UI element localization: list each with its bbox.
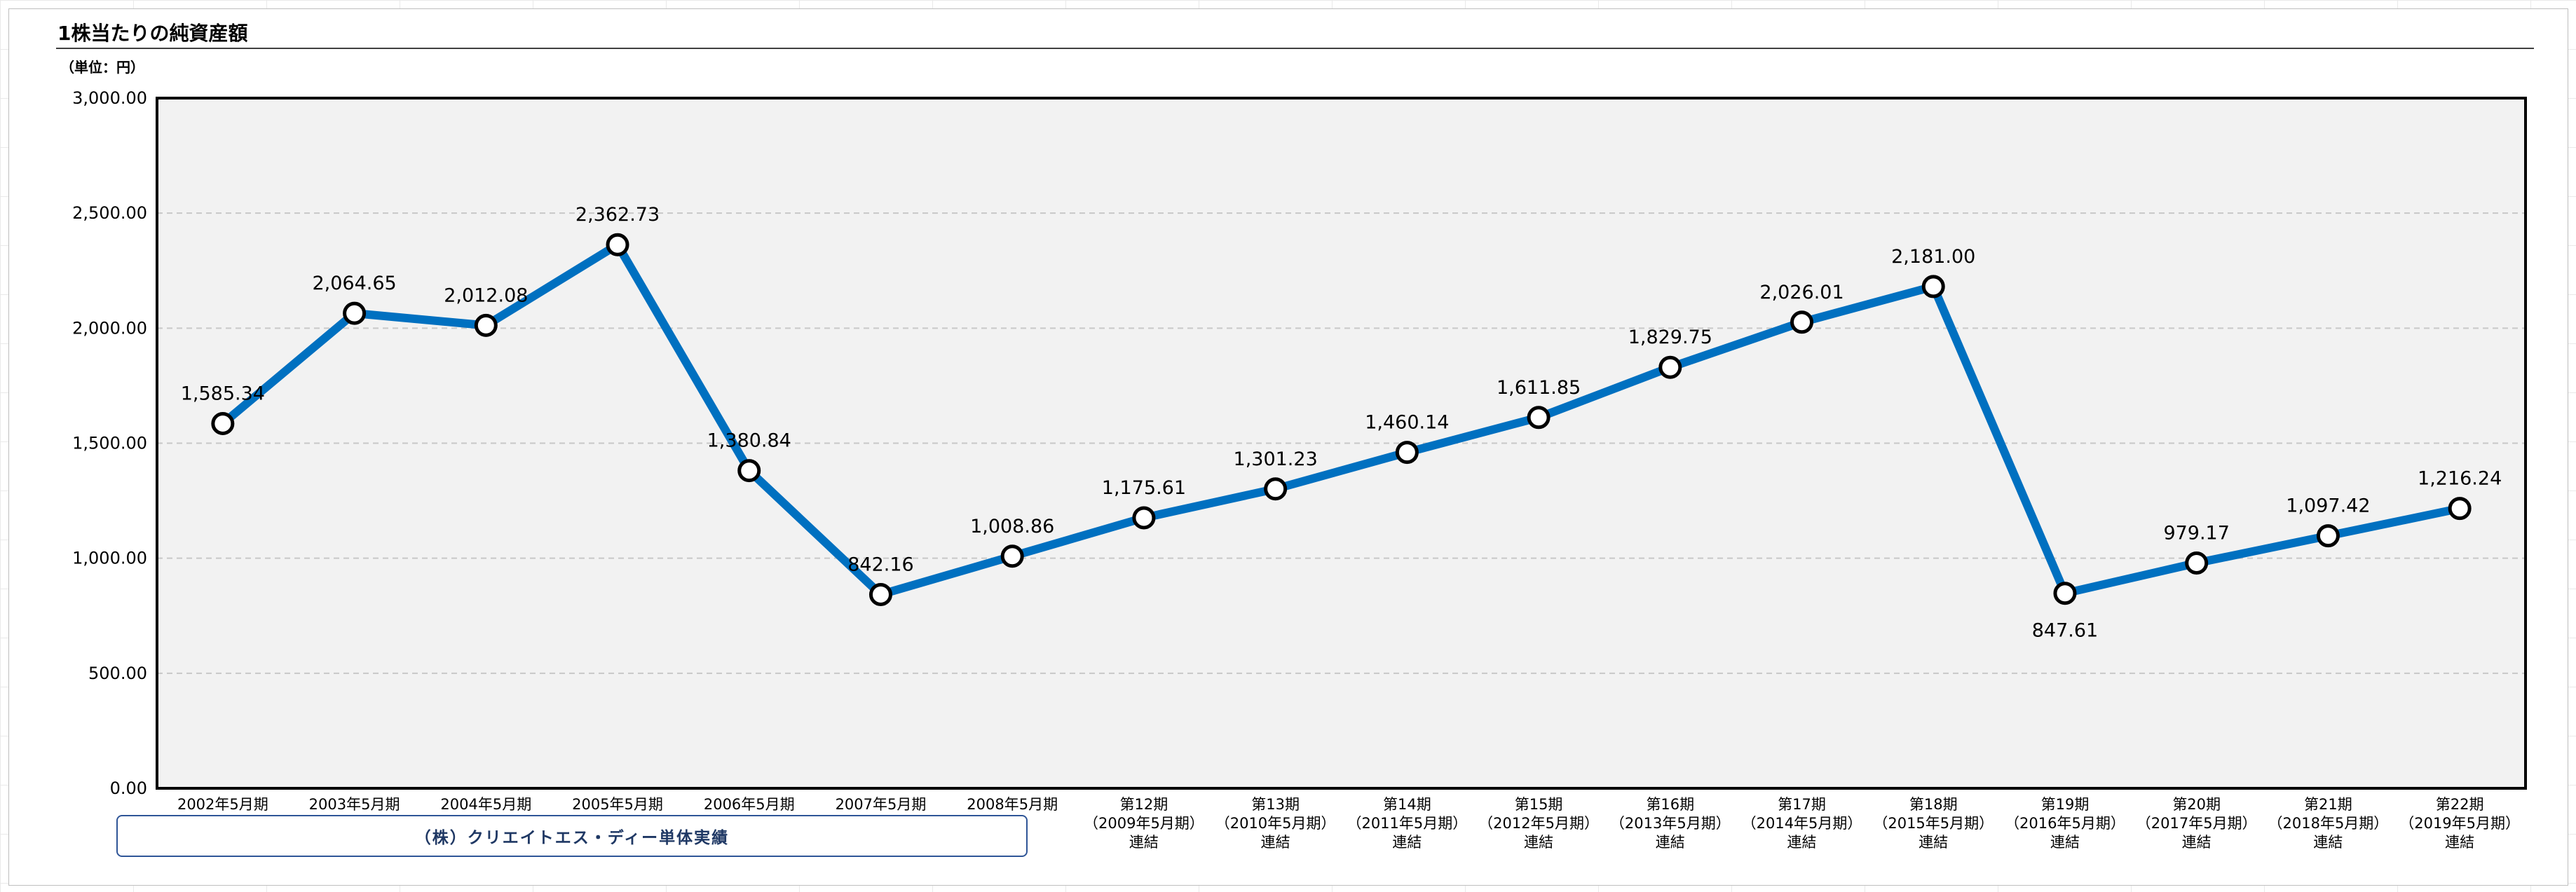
y-tick-label: 500.00 bbox=[88, 664, 147, 683]
data-label: 1,585.34 bbox=[181, 383, 265, 404]
net-assets-per-share-chart: 0.00 500.00 1,000.00 1,500.00 2,000.00 2,500.… bbox=[72, 88, 2527, 851]
x-tick-label: （2017年5月期） bbox=[2137, 815, 2257, 832]
x-tick-label: 第14期 bbox=[1383, 796, 1431, 813]
x-tick-label: 連結 bbox=[2050, 834, 2080, 851]
data-label: 2,026.01 bbox=[1759, 282, 1844, 303]
x-tick-label: （2019年5月期） bbox=[2399, 815, 2520, 832]
data-label: 1,175.61 bbox=[1102, 477, 1186, 499]
x-tick-label: 第18期 bbox=[1909, 796, 1958, 813]
data-label: 842.16 bbox=[847, 554, 913, 575]
y-tick-label: 1,500.00 bbox=[72, 434, 147, 453]
x-tick-label: 連結 bbox=[2445, 834, 2474, 851]
data-label: 1,097.42 bbox=[2286, 495, 2370, 517]
data-label: 1,829.75 bbox=[1628, 327, 1712, 348]
x-tick-label: 第20期 bbox=[2172, 796, 2221, 813]
data-point bbox=[2185, 551, 2209, 575]
data-point bbox=[2316, 524, 2340, 548]
data-point bbox=[606, 233, 629, 256]
data-point bbox=[2448, 497, 2472, 521]
data-point bbox=[737, 459, 761, 483]
x-tick-label: （2013年5月期） bbox=[1610, 815, 1731, 832]
x-tick-label: 第19期 bbox=[2041, 796, 2090, 813]
x-tick-label: （2009年5月期） bbox=[1084, 815, 1204, 832]
x-tick-label: 連結 bbox=[1656, 834, 1685, 851]
data-label: 1,216.24 bbox=[2418, 468, 2502, 490]
data-label: 1,008.86 bbox=[970, 516, 1054, 537]
data-point bbox=[474, 313, 498, 337]
x-tick-label: 第15期 bbox=[1515, 796, 1563, 813]
x-tick-label: （2016年5月期） bbox=[2005, 815, 2125, 832]
x-tick-label: 第22期 bbox=[2436, 796, 2484, 813]
x-tick-label: 2007年5月期 bbox=[836, 796, 927, 813]
data-label: 1,380.84 bbox=[707, 430, 791, 452]
data-point bbox=[1395, 441, 1419, 465]
data-label: 2,012.08 bbox=[444, 284, 528, 306]
data-point bbox=[1921, 275, 1945, 299]
data-point bbox=[343, 301, 367, 325]
x-tick-label: 連結 bbox=[2182, 834, 2212, 851]
x-tick-label: 第17期 bbox=[1778, 796, 1826, 813]
data-point bbox=[868, 582, 892, 606]
data-label: 979.17 bbox=[2163, 523, 2229, 544]
x-tick-label: 2002年5月期 bbox=[177, 796, 268, 813]
x-tick-label: 2003年5月期 bbox=[309, 796, 400, 813]
x-tick-label: （2010年5月期） bbox=[1215, 815, 1336, 832]
x-tick-label: （2018年5月期） bbox=[2268, 815, 2389, 832]
data-point bbox=[1658, 355, 1682, 379]
y-tick-label: 3,000.00 bbox=[72, 88, 147, 108]
x-tick-label: 連結 bbox=[1919, 834, 1948, 851]
x-tick-label: 2004年5月期 bbox=[440, 796, 531, 813]
x-tick-label: 連結 bbox=[1392, 834, 1422, 851]
data-point bbox=[1264, 477, 1288, 501]
x-tick-label: 第16期 bbox=[1646, 796, 1694, 813]
y-tick-label: 2,500.00 bbox=[72, 203, 147, 223]
x-tick-label: 2005年5月期 bbox=[572, 796, 663, 813]
x-tick-label: 連結 bbox=[1787, 834, 1817, 851]
x-tick-label: （2011年5月期） bbox=[1347, 815, 1467, 832]
data-label: 1,301.23 bbox=[1234, 448, 1318, 470]
data-label: 2,064.65 bbox=[312, 273, 396, 294]
x-tick-label: 2006年5月期 bbox=[704, 796, 795, 813]
data-label: 1,460.14 bbox=[1365, 412, 1449, 434]
data-label: 847.61 bbox=[2032, 620, 2098, 642]
x-tick-label: 連結 bbox=[1261, 834, 1290, 851]
x-tick-label: 連結 bbox=[1524, 834, 1553, 851]
data-label: 1,611.85 bbox=[1497, 377, 1581, 399]
company-label: （株）クリエイトエス・ディー単体実績 bbox=[116, 815, 1028, 857]
data-point bbox=[1527, 406, 1551, 430]
data-point bbox=[1132, 506, 1156, 530]
x-tick-label: 2008年5月期 bbox=[967, 796, 1058, 813]
x-tick-label: （2014年5月期） bbox=[1742, 815, 1862, 832]
x-tick-label: 第13期 bbox=[1251, 796, 1300, 813]
data-label: 2,362.73 bbox=[575, 204, 660, 226]
x-tick-label: （2015年5月期） bbox=[1873, 815, 1994, 832]
y-tick-label: 1,000.00 bbox=[72, 549, 147, 568]
data-label: 2,181.00 bbox=[1891, 246, 1975, 268]
x-tick-label: 第12期 bbox=[1120, 796, 1168, 813]
data-point bbox=[211, 411, 235, 435]
data-point bbox=[1790, 310, 1814, 334]
x-tick-label: 第21期 bbox=[2304, 796, 2352, 813]
x-tick-label: 連結 bbox=[2313, 834, 2343, 851]
data-point bbox=[2053, 582, 2077, 605]
data-point bbox=[1000, 544, 1024, 568]
y-tick-label: 0.00 bbox=[110, 778, 147, 798]
x-tick-label: （2012年5月期） bbox=[1478, 815, 1599, 832]
x-tick-label: 連結 bbox=[1129, 834, 1159, 851]
y-tick-label: 2,000.00 bbox=[72, 318, 147, 338]
